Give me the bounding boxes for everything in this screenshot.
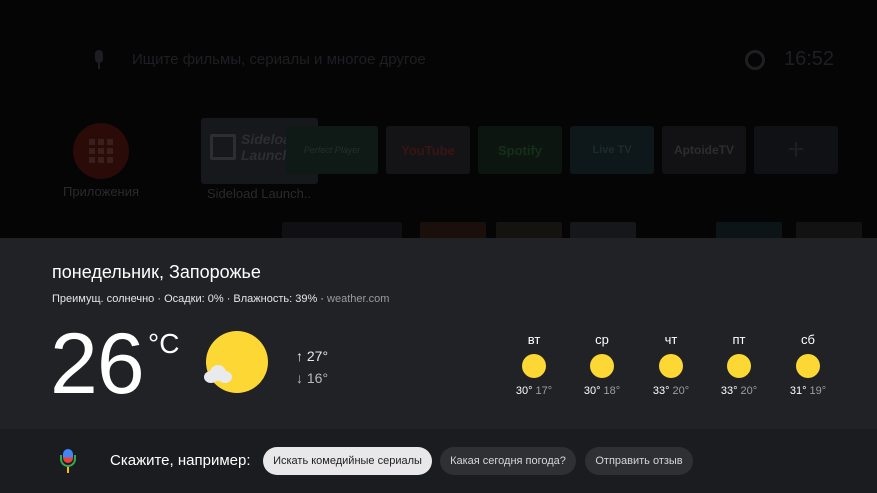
app-tile-live-tv[interactable]: Live TV bbox=[570, 126, 654, 174]
launcher-top-bar: Ищите фильмы, сериалы и многое другое 16… bbox=[0, 40, 877, 80]
google-assistant-mic-icon[interactable] bbox=[60, 449, 76, 475]
forecast-low: 20° bbox=[740, 385, 758, 397]
sun-icon bbox=[796, 354, 820, 378]
sun-icon bbox=[590, 354, 614, 378]
forecast-low: 18° bbox=[603, 385, 621, 397]
forecast-day: пт 33° 20° bbox=[719, 332, 759, 397]
forecast-day: сб 31° 19° bbox=[788, 332, 828, 397]
forecast-high: 30° bbox=[583, 385, 601, 397]
launcher-background: Ищите фильмы, сериалы и многое другое 16… bbox=[0, 0, 877, 240]
app-tile-perfect-player[interactable]: Perfect Player bbox=[286, 126, 378, 174]
forecast-day-name: ср bbox=[595, 332, 609, 347]
app-tile-aptoide-tv[interactable]: AptoideTV bbox=[662, 126, 746, 174]
current-temperature: 26 bbox=[50, 316, 145, 412]
today-high: ↑ 27° bbox=[296, 348, 329, 364]
suggestion-chip-comedy-series[interactable]: Искать комедийные сериалы bbox=[263, 447, 432, 475]
weather-title: понедельник, Запорожье bbox=[52, 262, 261, 282]
weather-summary: Преимущ. солнечно · Осадки: 0% · Влажнос… bbox=[52, 293, 389, 305]
clock: 16:52 bbox=[784, 48, 835, 70]
forecast-day: ср 30° 18° bbox=[582, 332, 622, 397]
forecast-day: чт 33° 20° bbox=[651, 332, 691, 397]
temperature-unit: °C bbox=[148, 328, 180, 359]
forecast-low: 17° bbox=[535, 385, 553, 397]
forecast-low: 20° bbox=[672, 385, 690, 397]
forecast-low: 19° bbox=[809, 385, 827, 397]
forecast-high: 30° bbox=[515, 385, 533, 397]
forecast-day: вт 30° 17° bbox=[514, 332, 554, 397]
forecast-day-name: чт bbox=[664, 332, 678, 347]
forecast-day-name: вт bbox=[527, 332, 541, 347]
suggestion-chip-send-feedback[interactable]: Отправить отзыв bbox=[585, 447, 693, 475]
apps-grid-icon bbox=[89, 139, 113, 163]
apps-label: Приложения bbox=[62, 184, 140, 199]
sun-icon bbox=[522, 354, 546, 378]
sun-icon bbox=[206, 331, 268, 393]
forecast-high: 33° bbox=[652, 385, 670, 397]
weather-source: weather.com bbox=[327, 293, 390, 305]
voice-search-mic-icon[interactable] bbox=[92, 50, 106, 70]
sideload-launcher-logo-icon bbox=[210, 134, 236, 160]
cloud-icon bbox=[204, 365, 232, 383]
focused-app-label: Sideload Launch.. bbox=[207, 186, 312, 201]
today-low: ↓ 16° bbox=[296, 370, 329, 386]
weather-panel: понедельник, Запорожье Преимущ. солнечно… bbox=[0, 238, 877, 429]
forecast-day-name: сб bbox=[801, 332, 815, 347]
assistant-bar: Скажите, например: Искать комедийные сер… bbox=[0, 429, 877, 493]
assistant-prompt: Скажите, например: bbox=[110, 452, 251, 469]
apps-button[interactable] bbox=[73, 123, 129, 179]
sun-icon bbox=[659, 354, 683, 378]
app-tile-youtube[interactable]: YouTube bbox=[386, 126, 470, 174]
search-hint[interactable]: Ищите фильмы, сериалы и многое другое bbox=[132, 51, 426, 68]
sun-icon bbox=[727, 354, 751, 378]
forecast-day-name: пт bbox=[732, 332, 746, 347]
forecast-high: 33° bbox=[720, 385, 738, 397]
android-tv-screen: Ищите фильмы, сериалы и многое другое 16… bbox=[0, 0, 877, 493]
app-tile-spotify[interactable]: Spotify bbox=[478, 126, 562, 174]
forecast-high: 31° bbox=[789, 385, 807, 397]
settings-gear-icon[interactable] bbox=[745, 50, 765, 70]
add-app-tile[interactable]: + bbox=[754, 126, 838, 174]
weather-conditions: Преимущ. солнечно · Осадки: 0% · Влажнос… bbox=[52, 293, 328, 305]
suggestion-chip-weather-today[interactable]: Какая сегодня погода? bbox=[440, 447, 576, 475]
